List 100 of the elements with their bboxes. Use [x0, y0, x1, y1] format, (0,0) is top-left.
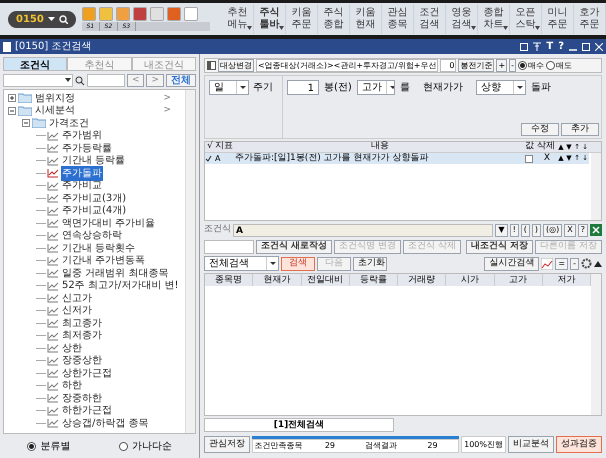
radio-button[interactable] [546, 61, 556, 70]
screen-number-field[interactable]: 0150 [8, 10, 76, 28]
tree-item[interactable]: 기간내 주가변동폭 [61, 253, 146, 268]
period-select[interactable]: 일 [209, 80, 249, 95]
toolbar-icon[interactable] [166, 7, 181, 21]
tree-item[interactable]: 기간내 등락률 [61, 153, 126, 168]
chart-icon[interactable] [541, 258, 554, 270]
menu-button[interactable]: 키움 현재 [350, 4, 382, 34]
tree-item[interactable]: 시세분석 [34, 103, 76, 118]
close-icon[interactable] [595, 42, 603, 50]
tree-item[interactable]: 상한가근접 [61, 366, 113, 381]
delete-button[interactable]: X [537, 152, 557, 166]
excel-icon[interactable] [590, 224, 602, 236]
menu-button[interactable]: 오픈 스탁 [510, 4, 542, 34]
scope-select[interactable]: 전체검색 [204, 256, 279, 271]
menu-button[interactable]: 주식 툴바 [254, 4, 286, 34]
tree-item[interactable]: 범위지정 [34, 90, 76, 106]
toolbar-icon[interactable] [132, 7, 147, 21]
target-field[interactable]: <업종대상(거래소)><관리+투자경고/위험+우선 [256, 59, 438, 72]
all-button[interactable]: 전체 [166, 74, 196, 87]
basis-button[interactable]: 봉전기준 [458, 59, 494, 72]
dropdown-icon[interactable] [386, 81, 394, 94]
formula-name-field[interactable] [204, 240, 254, 254]
result-tab[interactable]: [1]전체검색 [204, 418, 394, 432]
compare-button[interactable]: 비교분석 [508, 436, 554, 452]
direction-select[interactable]: 상향 [476, 80, 526, 95]
search-icon[interactable] [58, 14, 68, 24]
tree-item[interactable]: 장중하한 [61, 390, 103, 406]
formula-tool-button[interactable]: ? [578, 224, 588, 236]
formula-tool-button[interactable]: ! [510, 224, 519, 236]
dropdown-icon[interactable] [266, 257, 278, 270]
tree-item[interactable]: 주가비교(3개) [61, 190, 128, 206]
condition-button[interactable]: 추가 [561, 123, 599, 136]
value-checkbox[interactable] [525, 154, 533, 162]
formula-tool-button[interactable]: (◎) [543, 224, 562, 236]
settings-icon[interactable] [581, 258, 592, 269]
formula-tool-button[interactable]: ( [520, 224, 530, 236]
text-field[interactable] [86, 74, 125, 87]
scrollbar[interactable] [185, 90, 195, 433]
realtime-search-button[interactable]: 실시간검색 [484, 256, 540, 270]
dropdown-icon[interactable] [48, 16, 55, 22]
tree-item[interactable]: 연속상승하락 [61, 228, 123, 244]
count-spinner[interactable]: 0 [440, 59, 456, 72]
tree-item[interactable]: 기간내 등락횟수 [61, 240, 136, 256]
condition-button[interactable]: 수정 [521, 123, 559, 136]
formula-button[interactable]: 내조건식 저장 [466, 240, 534, 254]
tree-item[interactable]: 신고가 [61, 290, 93, 306]
menu-button[interactable]: 영웅 검색 [446, 4, 478, 34]
tree-item[interactable]: 주가비교(4개) [61, 203, 128, 218]
menu-button[interactable]: 관심 종목 [382, 4, 414, 34]
search-icon[interactable] [74, 76, 85, 86]
price-select[interactable]: 고가 [356, 80, 395, 95]
panel-tab[interactable]: 조건식 [3, 57, 68, 71]
menu-button[interactable]: 키움 주문 [286, 4, 318, 34]
search-button[interactable]: 초기화 [353, 256, 387, 270]
tree-item[interactable]: 주가돌파 [61, 166, 103, 181]
verify-button[interactable]: 성과검증 [556, 436, 602, 452]
dropdown-icon[interactable] [512, 81, 525, 94]
panel-icon[interactable] [207, 61, 216, 70]
tree-item[interactable]: 주가등락률 [61, 140, 113, 156]
dropdown-icon[interactable] [64, 78, 72, 83]
formula-button[interactable]: 조건식 새로작성 [256, 240, 332, 254]
tool-button[interactable]: - [570, 258, 579, 270]
radio-button[interactable] [27, 442, 36, 450]
formula-tool-button[interactable]: X [564, 224, 576, 236]
title-button[interactable]: T [546, 39, 554, 54]
dropdown-icon[interactable] [236, 81, 248, 94]
tree-item[interactable]: 가격조건 [48, 116, 90, 131]
formula-field[interactable]: A [233, 224, 494, 236]
tree-item[interactable]: 최고종가 [61, 316, 103, 331]
target-change-button[interactable]: 대상변경 [218, 59, 254, 72]
tree-item[interactable]: 주가비교 [61, 178, 103, 194]
search-button[interactable]: 검색 [281, 256, 315, 270]
tree-item[interactable]: 하한 [61, 378, 83, 394]
menu-button[interactable]: 주식 종합 [318, 4, 350, 34]
menu-button[interactable]: 조건 검색 [414, 4, 446, 34]
collapse-icon[interactable] [8, 106, 16, 115]
scrollbar[interactable] [591, 153, 601, 220]
tree-item[interactable]: 최저종가 [61, 328, 103, 344]
formula-tool-button[interactable]: ▼ [495, 224, 508, 236]
tree-item[interactable]: 주가범위 [61, 128, 103, 144]
expand-icon[interactable] [8, 94, 16, 102]
menu-button[interactable]: 종합 차트 [478, 4, 510, 34]
radio-button[interactable] [118, 442, 128, 450]
search-field[interactable] [3, 74, 73, 87]
tree-item[interactable]: 하한가근접 [61, 403, 113, 418]
collapse-icon[interactable] [22, 119, 30, 128]
maximize-icon[interactable] [582, 42, 590, 50]
tree-item[interactable]: 장중상한 [61, 353, 103, 368]
pin-icon[interactable] [533, 42, 542, 51]
radio-button[interactable] [518, 61, 528, 70]
formula-tool-button[interactable]: ) [532, 224, 542, 236]
bars-spinner[interactable]: 1 [287, 80, 319, 95]
scrollbar[interactable] [591, 274, 601, 415]
tree-item[interactable]: 상승갭/하락갭 종목 [61, 416, 150, 431]
menu-button[interactable]: 미니 주문 [542, 4, 574, 34]
tool-button[interactable]: = [555, 258, 568, 270]
tree-item[interactable]: 액면가대비 주가비율 [61, 216, 156, 231]
plus-button[interactable]: + [496, 59, 508, 72]
menu-button[interactable]: 호가 주문 [574, 4, 606, 34]
